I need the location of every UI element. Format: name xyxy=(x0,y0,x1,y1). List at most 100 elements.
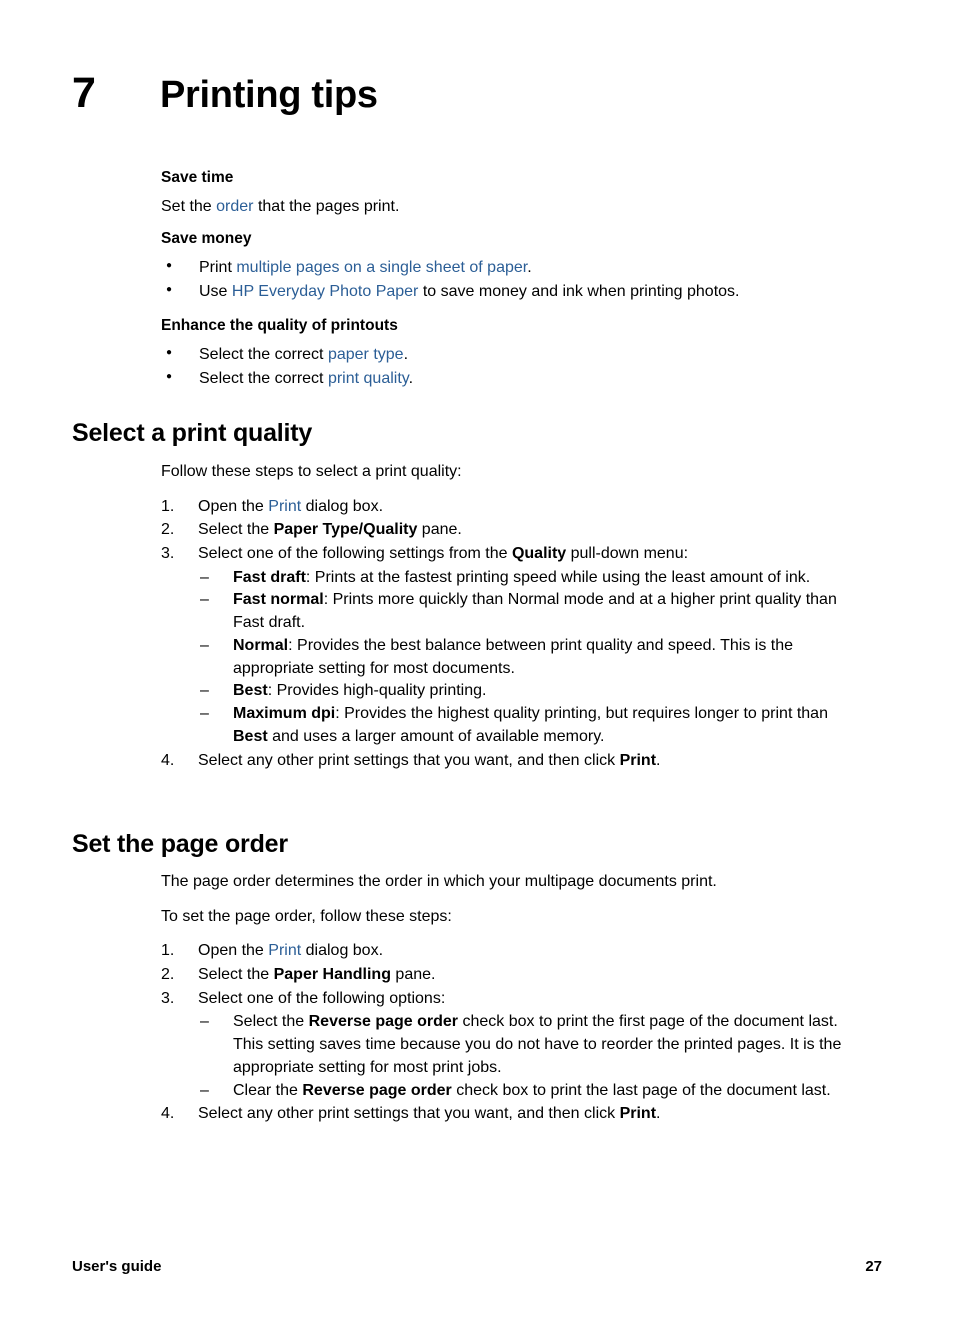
link-print-dialog[interactable]: Print xyxy=(268,498,301,515)
intro-section: Save time Set the order that the pages p… xyxy=(161,168,851,403)
subheading-enhance-quality: Enhance the quality of printouts xyxy=(161,316,398,334)
option-term: Maximum dpi xyxy=(233,705,336,723)
dash-marker: – xyxy=(200,1081,209,1099)
text-fragment: Print xyxy=(199,259,237,277)
chapter-header: 7 Printing tips xyxy=(72,72,872,115)
page-number: 27 xyxy=(865,1258,882,1275)
link-paper-type[interactable]: paper type xyxy=(328,346,404,363)
link-multiple-pages[interactable]: multiple pages on a single sheet of pape… xyxy=(236,259,527,276)
text-fragment: Clear the xyxy=(233,1081,303,1099)
option-term: Fast draft xyxy=(233,568,306,586)
dash-marker: – xyxy=(200,705,209,723)
text-fragment: that the pages print. xyxy=(253,198,400,216)
list-item: – Maximum dpi: Provides the highest quali… xyxy=(198,703,851,748)
document-page: 7 Printing tips Save time Set the order … xyxy=(0,0,954,1321)
step-number: 3. xyxy=(161,545,175,563)
list-item: – Fast normal: Prints more quickly than N… xyxy=(198,589,851,634)
text-fragment: Open the xyxy=(198,942,269,960)
text-fragment: Select the correct xyxy=(199,369,328,387)
dash-marker: – xyxy=(200,591,209,609)
list-item: 2. Select the Paper Type/Quality pane. xyxy=(161,519,851,542)
section-heading-select-print-quality: Select a print quality xyxy=(72,419,313,447)
text-fragment: Select the correct xyxy=(199,346,328,364)
footer-left-label: User's guide xyxy=(72,1258,162,1275)
step-number: 2. xyxy=(161,965,175,983)
text-fragment: Set the xyxy=(161,198,217,216)
page-order-options-list: – Select the Reverse page order check box… xyxy=(198,1011,851,1102)
text-fragment: Select the xyxy=(198,965,274,983)
text-fragment: dialog box. xyxy=(301,942,384,960)
save-time-paragraph: Set the order that the pages print. xyxy=(161,196,851,218)
list-item: – Best: Provides high-quality printing. xyxy=(198,680,851,703)
list-item: – Select the Reverse page order check box… xyxy=(198,1011,851,1079)
option-term: Fast normal xyxy=(233,591,324,609)
option-description: : Prints more quickly than Normal mode a… xyxy=(233,591,837,632)
page-title: Printing tips xyxy=(160,74,378,116)
emphasis-best: Best xyxy=(233,727,268,745)
emphasis-paper-type-quality: Paper Type/Quality xyxy=(273,521,418,539)
option-note: This setting saves time because you do n… xyxy=(233,1036,842,1076)
text-fragment: Select the xyxy=(233,1013,309,1031)
quality-options-list: – Fast draft: Prints at the fastest print… xyxy=(198,567,851,749)
text-fragment: to save money and ink when printing phot… xyxy=(418,283,740,301)
list-item: 4. Select any other print settings that y… xyxy=(161,750,851,773)
dash-marker: – xyxy=(200,568,209,586)
text-fragment: Open the xyxy=(198,497,269,515)
list-item: – Normal: Provides the best balance betwe… xyxy=(198,635,851,680)
option-term: Best xyxy=(233,682,268,700)
emphasis-print: Print xyxy=(619,1105,657,1123)
text-fragment: . xyxy=(656,751,661,769)
list-item: – Clear the Reverse page order check box … xyxy=(198,1080,851,1103)
emphasis-reverse-page-order: Reverse page order xyxy=(308,1013,459,1031)
dash-marker: – xyxy=(200,682,209,700)
emphasis-quality: Quality xyxy=(511,545,567,563)
list-item: 1. Open the Print dialog box. xyxy=(161,496,851,519)
section-set-page-order: The page order determines the order in w… xyxy=(161,871,851,1127)
option-term: Normal xyxy=(233,636,289,654)
step-number: 3. xyxy=(161,989,175,1007)
emphasis-paper-handling: Paper Handling xyxy=(273,965,391,983)
page-order-paragraph-1: The page order determines the order in w… xyxy=(161,873,717,890)
list-item: Select the correct print quality. xyxy=(161,367,851,391)
dash-marker: – xyxy=(200,1013,209,1031)
step-number: 2. xyxy=(161,521,175,539)
text-fragment: pane. xyxy=(390,965,436,983)
step-number: 1. xyxy=(161,942,175,960)
step-number: 4. xyxy=(161,751,175,769)
text-fragment: Select the xyxy=(198,521,274,539)
text-fragment: Select one of the following options: xyxy=(198,989,446,1007)
subheading-save-time: Save time xyxy=(161,169,234,186)
text-fragment: dialog box. xyxy=(301,497,384,515)
text-fragment: pull-down menu: xyxy=(566,545,689,563)
list-item: 2. Select the Paper Handling pane. xyxy=(161,964,851,987)
text-fragment: check box to print the last page of the … xyxy=(451,1081,831,1099)
text-fragment: check box to print the first page of the… xyxy=(458,1013,838,1031)
section-heading-set-page-order: Set the page order xyxy=(72,830,288,858)
text-fragment: Use xyxy=(199,283,232,301)
step-number: 1. xyxy=(161,497,175,515)
link-hp-everyday-photo-paper[interactable]: HP Everyday Photo Paper xyxy=(232,283,418,300)
page-order-steps: 1. Open the Print dialog box. 2. Select th… xyxy=(161,940,851,1126)
option-description: : Prints at the fastest printing speed w… xyxy=(305,568,811,586)
step-number: 4. xyxy=(161,1105,175,1123)
dash-marker: – xyxy=(200,636,209,654)
text-fragment: Select any other print settings that you… xyxy=(198,751,620,769)
link-order[interactable]: order xyxy=(216,198,253,215)
text-fragment: . xyxy=(527,259,532,277)
option-description: : Provides the highest quality printing,… xyxy=(335,705,828,723)
emphasis-print: Print xyxy=(619,751,657,769)
list-item: Use HP Everyday Photo Paper to save mone… xyxy=(161,280,851,304)
text-fragment: . xyxy=(656,1105,661,1123)
enhance-quality-list: Select the correct paper type. Select th… xyxy=(161,343,851,391)
list-item: 4. Select any other print settings that y… xyxy=(161,1103,851,1126)
section-select-print-quality: Follow these steps to select a print qua… xyxy=(161,461,851,773)
option-description: : Provides the best balance between prin… xyxy=(233,636,794,677)
list-item: 3. Select one of the following settings f… xyxy=(161,543,851,748)
list-item: 3. Select one of the following options: –… xyxy=(161,988,851,1103)
page-footer: User's guide 27 xyxy=(72,1258,882,1275)
page-order-paragraph-2: To set the page order, follow these step… xyxy=(161,907,452,925)
save-money-list: Print multiple pages on a single sheet o… xyxy=(161,256,851,304)
list-item: Print multiple pages on a single sheet o… xyxy=(161,256,851,280)
link-print-dialog[interactable]: Print xyxy=(268,942,301,959)
link-print-quality[interactable]: print quality xyxy=(328,370,409,387)
